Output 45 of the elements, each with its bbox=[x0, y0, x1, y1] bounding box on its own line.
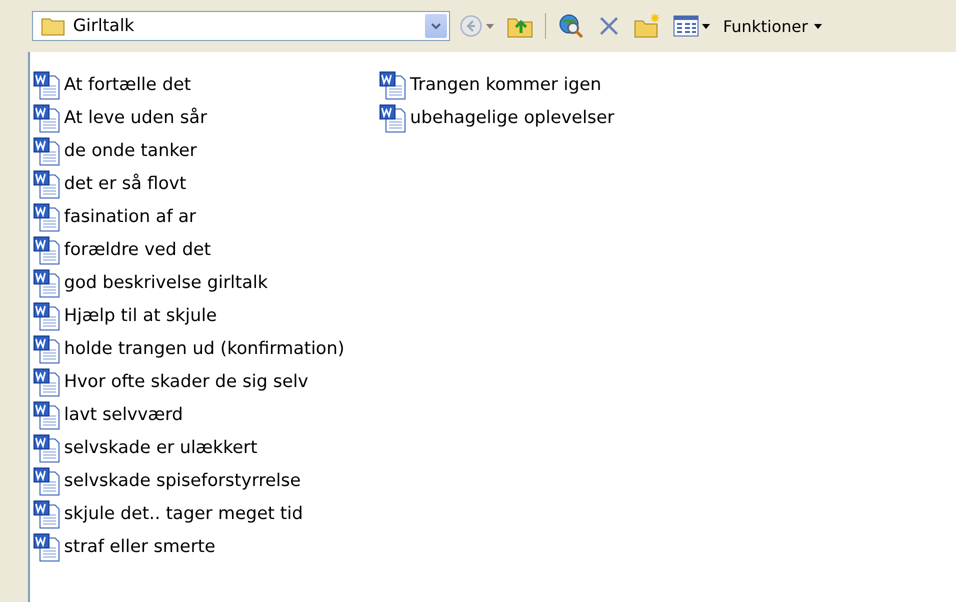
file-item[interactable]: det er så flovt bbox=[32, 167, 364, 200]
word-document-icon bbox=[32, 102, 62, 132]
file-item[interactable]: selvskade spiseforstyrrelse bbox=[32, 464, 364, 497]
word-document-icon bbox=[378, 70, 408, 100]
menu-button[interactable]: Funktioner bbox=[719, 11, 826, 41]
caret-icon bbox=[486, 24, 494, 28]
word-document-icon bbox=[32, 234, 62, 264]
word-document-icon bbox=[32, 432, 62, 462]
word-document-icon bbox=[32, 268, 62, 298]
file-item[interactable]: straf eller smerte bbox=[32, 530, 364, 563]
location-dropdown[interactable]: Girltalk bbox=[32, 11, 450, 41]
word-document-icon bbox=[32, 202, 62, 232]
file-item[interactable]: forældre ved det bbox=[32, 233, 364, 266]
chevron-down-icon bbox=[431, 22, 441, 30]
folder-icon bbox=[41, 16, 65, 36]
file-item[interactable]: holde trangen ud (konfirmation) bbox=[32, 332, 364, 365]
file-item[interactable]: At leve uden sår bbox=[32, 101, 364, 134]
file-item[interactable]: Hvor ofte skader de sig selv bbox=[32, 365, 364, 398]
file-item[interactable]: selvskade er ulækkert bbox=[32, 431, 364, 464]
file-item[interactable]: Hjælp til at skjule bbox=[32, 299, 364, 332]
file-item[interactable]: lavt selvværd bbox=[32, 398, 364, 431]
word-document-icon bbox=[32, 498, 62, 528]
word-document-icon bbox=[32, 334, 62, 364]
dropdown-button[interactable] bbox=[425, 14, 447, 38]
word-document-icon bbox=[32, 168, 62, 198]
search-icon bbox=[557, 12, 585, 40]
word-document-icon bbox=[32, 136, 62, 166]
file-item[interactable]: ubehagelige oplevelser bbox=[378, 101, 710, 134]
word-document-icon bbox=[378, 102, 408, 132]
file-item[interactable]: Trangen kommer igen bbox=[378, 68, 710, 101]
word-document-icon bbox=[32, 400, 62, 430]
file-item[interactable]: fasination af ar bbox=[32, 200, 364, 233]
word-document-icon bbox=[32, 70, 62, 100]
file-item[interactable]: At fortælle det bbox=[32, 68, 364, 101]
word-document-icon bbox=[32, 300, 62, 330]
file-item[interactable]: skjule det.. tager meget tid bbox=[32, 497, 364, 530]
word-document-icon bbox=[32, 466, 62, 496]
views-grid-icon bbox=[673, 14, 699, 38]
new-folder-icon bbox=[633, 13, 661, 39]
word-document-icon bbox=[32, 366, 62, 396]
caret-icon bbox=[702, 24, 710, 28]
file-item[interactable]: de onde tanker bbox=[32, 134, 364, 167]
caret-icon bbox=[814, 24, 822, 28]
file-item[interactable]: god beskrivelse girltalk bbox=[32, 266, 364, 299]
word-document-icon bbox=[32, 532, 62, 562]
